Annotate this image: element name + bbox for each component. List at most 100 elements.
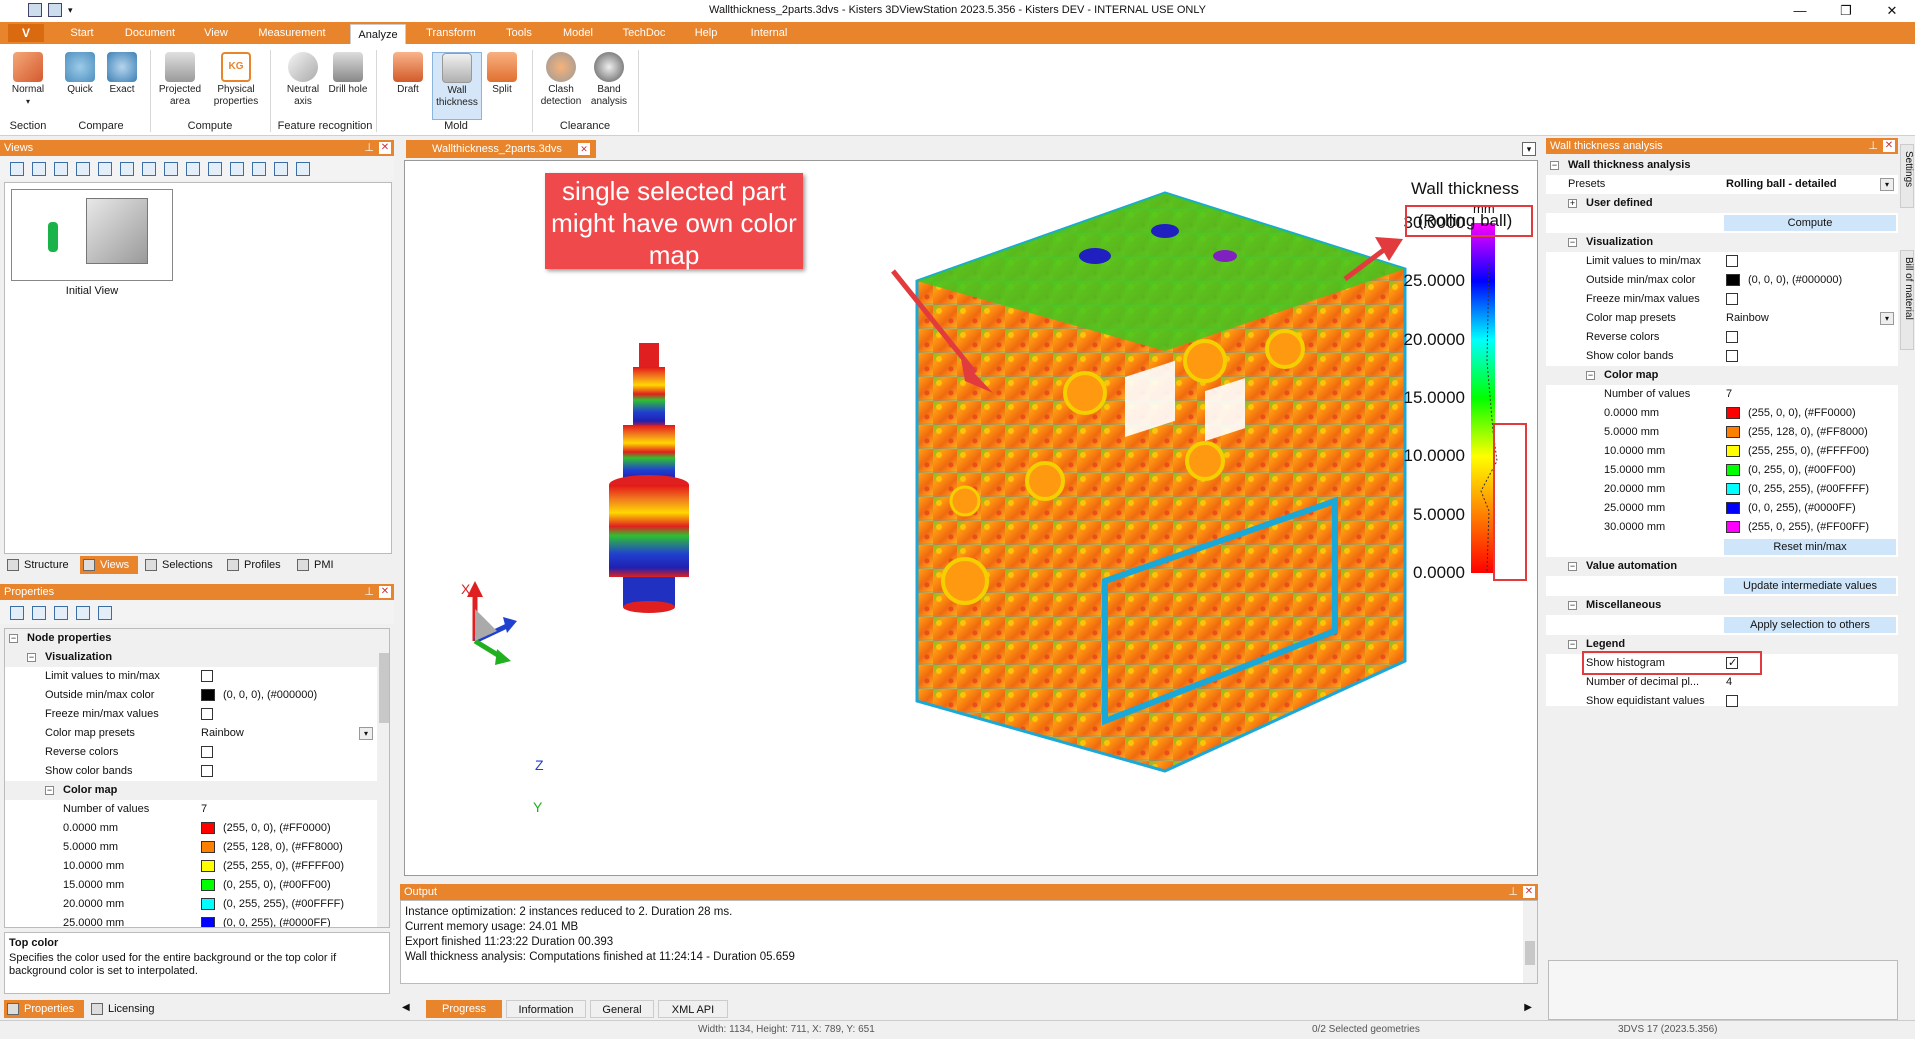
scroll-left-icon[interactable]: ◀ <box>402 1002 410 1013</box>
chevron-down-icon[interactable]: ▾ <box>1880 178 1894 191</box>
menu-analyze[interactable]: Analyze <box>350 24 406 44</box>
collapse-icon[interactable]: − <box>1568 562 1577 571</box>
tab-views[interactable]: Views <box>80 556 138 574</box>
wt-cm-presets-select[interactable]: Rainbow <box>1726 309 1769 328</box>
color-stop-swatch[interactable] <box>1726 483 1740 495</box>
output-scrollbar[interactable] <box>1523 901 1537 983</box>
wt-section-row[interactable]: − Wall thickness analysis <box>1546 156 1898 175</box>
collapse-icon[interactable]: − <box>1550 161 1559 170</box>
view-thumbnail[interactable] <box>11 189 173 281</box>
wt-user-defined-row[interactable]: + User defined <box>1546 194 1898 213</box>
limit-checkbox[interactable] <box>201 670 213 682</box>
view-tool-icon[interactable] <box>274 162 288 176</box>
tab-progress[interactable]: Progress <box>426 1000 502 1018</box>
compare-quick-button[interactable]: Quick <box>58 52 102 96</box>
view-tool-icon[interactable] <box>10 162 24 176</box>
color-stop-swatch[interactable] <box>201 917 215 927</box>
wt-visualization-row[interactable]: − Visualization <box>1546 233 1898 252</box>
view-tool-icon[interactable] <box>208 162 222 176</box>
menu-tools[interactable]: Tools <box>498 22 540 44</box>
node-properties-row[interactable]: − Node properties <box>5 629 377 648</box>
color-stop-swatch[interactable] <box>201 841 215 853</box>
collapse-icon[interactable]: − <box>1568 238 1577 247</box>
view-tool-icon[interactable] <box>296 162 310 176</box>
pin-icon[interactable]: ⊥ <box>1508 884 1518 900</box>
tab-profiles[interactable]: Profiles <box>224 556 290 574</box>
tab-list-icon[interactable]: ▾ <box>1522 142 1536 156</box>
wt-misc-row[interactable]: − Miscellaneous <box>1546 596 1898 615</box>
pin-icon[interactable]: ⊥ <box>364 584 374 600</box>
shaft-part[interactable] <box>609 343 689 613</box>
color-stop-swatch[interactable] <box>201 822 215 834</box>
wt-reverse-checkbox[interactable] <box>1726 331 1738 343</box>
close-icon[interactable]: ✕ <box>379 586 391 598</box>
collapse-icon[interactable]: − <box>9 634 18 643</box>
expand-all-icon[interactable] <box>10 606 24 620</box>
apply-selection-button[interactable]: Apply selection to others <box>1724 617 1896 633</box>
wt-bands-checkbox[interactable] <box>1726 350 1738 362</box>
side-tab-bom[interactable]: Bill of material <box>1900 250 1914 350</box>
band-analysis-button[interactable]: Band analysis <box>586 52 632 108</box>
view-tool-icon[interactable] <box>120 162 134 176</box>
num-values-value[interactable]: 7 <box>201 800 207 819</box>
pin-icon[interactable]: ⊥ <box>1868 138 1878 154</box>
menu-start[interactable]: Start <box>62 22 102 44</box>
colormap-row[interactable]: − Color map <box>5 781 377 800</box>
side-tab-settings[interactable]: Settings <box>1900 144 1914 208</box>
menu-help[interactable]: Help <box>688 22 724 44</box>
compare-exact-button[interactable]: Exact <box>100 52 144 96</box>
scroll-right-icon[interactable]: ▶ <box>1524 1002 1532 1013</box>
minimize-button[interactable]: — <box>1777 0 1823 22</box>
tab-general[interactable]: General <box>590 1000 654 1018</box>
close-icon[interactable]: ✕ <box>578 143 590 155</box>
draft-button[interactable]: Draft <box>388 52 428 96</box>
menu-measurement[interactable]: Measurement <box>252 22 332 44</box>
color-stop-swatch[interactable] <box>201 879 215 891</box>
tab-xml-api[interactable]: XML API <box>658 1000 728 1018</box>
tab-licensing[interactable]: Licensing <box>88 1000 168 1018</box>
wt-num-values-value[interactable]: 7 <box>1726 385 1732 404</box>
reset-min-max-button[interactable]: Reset min/max <box>1724 539 1896 555</box>
view-tool-icon[interactable] <box>98 162 112 176</box>
wt-decimal-value[interactable]: 4 <box>1726 673 1732 692</box>
copy-icon[interactable] <box>54 606 68 620</box>
split-button[interactable]: Split <box>482 52 522 96</box>
bands-checkbox[interactable] <box>201 765 213 777</box>
chevron-down-icon[interactable]: ▾ <box>1880 312 1894 325</box>
properties-scrollbar[interactable] <box>377 629 389 927</box>
tab-information[interactable]: Information <box>506 1000 586 1018</box>
close-button[interactable]: ✕ <box>1869 0 1915 22</box>
update-intermediate-button[interactable]: Update intermediate values <box>1724 578 1896 594</box>
close-icon[interactable]: ✕ <box>1883 140 1895 152</box>
sort-icon[interactable] <box>76 606 90 620</box>
color-stop-swatch[interactable] <box>1726 502 1740 514</box>
maximize-button[interactable]: ❐ <box>1823 0 1869 22</box>
wt-limit-checkbox[interactable] <box>1726 255 1738 267</box>
pin-icon[interactable]: ⊥ <box>364 140 374 156</box>
collapse-icon[interactable]: − <box>1586 371 1595 380</box>
view-tool-icon[interactable] <box>54 162 68 176</box>
section-normal-button[interactable]: Normal ▾ <box>6 52 50 108</box>
freeze-checkbox[interactable] <box>201 708 213 720</box>
collapse-all-icon[interactable] <box>32 606 46 620</box>
view-tool-icon[interactable] <box>186 162 200 176</box>
close-icon[interactable]: ✕ <box>1523 886 1535 898</box>
collapse-icon[interactable]: − <box>1568 640 1577 649</box>
app-menu-button[interactable]: V <box>8 24 44 42</box>
collapse-icon[interactable]: − <box>27 653 36 662</box>
color-stop-swatch[interactable] <box>1726 426 1740 438</box>
clash-detection-button[interactable]: Clash detection <box>536 52 586 108</box>
color-stop-swatch[interactable] <box>201 898 215 910</box>
wt-freeze-checkbox[interactable] <box>1726 293 1738 305</box>
menu-model[interactable]: Model <box>556 22 600 44</box>
drill-hole-button[interactable]: Drill hole <box>328 52 368 96</box>
view-tool-icon[interactable] <box>230 162 244 176</box>
color-stop-swatch[interactable] <box>1726 407 1740 419</box>
tab-selections[interactable]: Selections <box>142 556 220 574</box>
3d-viewport[interactable]: Wall thickness (Rolling ball) mm 30.0000… <box>404 160 1538 876</box>
wt-presets-select[interactable]: Rolling ball - detailed <box>1726 175 1837 194</box>
expand-icon[interactable]: + <box>1568 199 1577 208</box>
color-stop-swatch[interactable] <box>1726 445 1740 457</box>
reverse-checkbox[interactable] <box>201 746 213 758</box>
engine-block-part[interactable] <box>915 191 1407 773</box>
